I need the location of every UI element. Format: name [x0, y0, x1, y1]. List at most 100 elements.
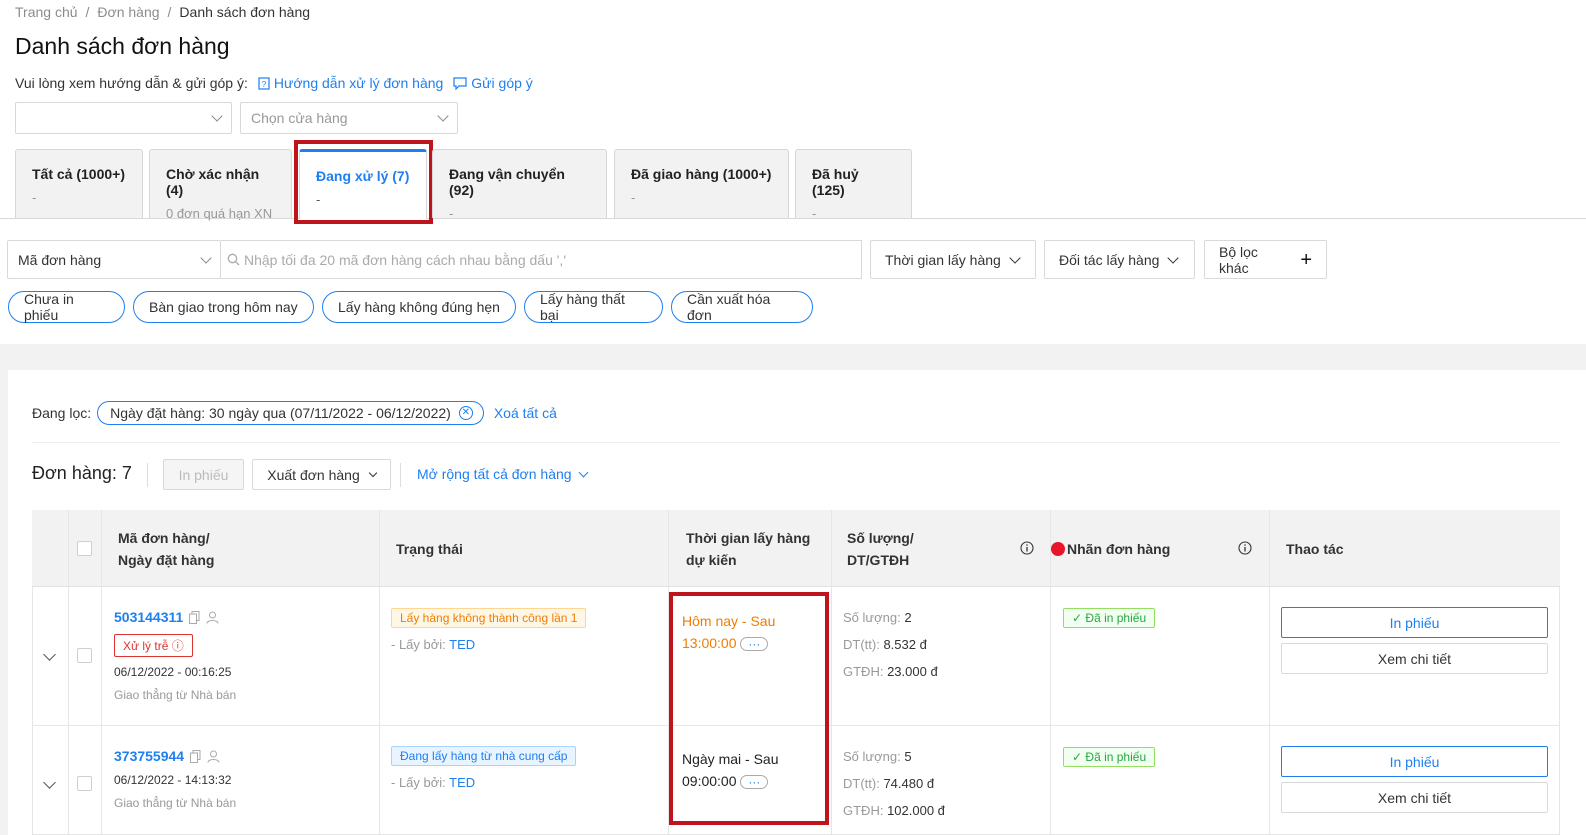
chip-label: Bàn giao trong hôm nay: [149, 299, 298, 315]
column-divider: [68, 510, 69, 835]
copy-icon[interactable]: [189, 610, 200, 624]
col-qty-line2: DT/GTĐH: [847, 551, 910, 568]
guide-text: Vui lòng xem hướng dẫn & gửi góp ý:: [15, 75, 248, 91]
breadcrumb-current: Danh sách đơn hàng: [179, 4, 311, 20]
guide-link[interactable]: ? Hướng dẫn xử lý đơn hàng: [258, 75, 443, 91]
qty-label: Số lượng:: [843, 610, 901, 625]
tab-title: Đang vận chuyển (92): [449, 166, 565, 198]
col-qty-line1: Số lượng/: [847, 529, 914, 546]
order-search-input[interactable]: Nhập tối đa 20 mã đơn hàng cách nhau bằn…: [221, 240, 862, 279]
divider: [400, 463, 401, 487]
table-row-qty-cell: Số lượng: 2 DT(tt): 8.532 đ GTĐH: 23.000…: [843, 604, 938, 685]
breadcrumb-orders[interactable]: Đơn hàng: [97, 4, 159, 20]
feedback-link[interactable]: Gửi góp ý: [453, 75, 533, 91]
ship-method: Giao thẳng từ Nhà bán: [114, 796, 237, 810]
order-count: Đơn hàng: 7: [32, 463, 132, 483]
picked-by-partner[interactable]: TED: [449, 637, 475, 652]
breadcrumb-home[interactable]: Trang chủ: [15, 4, 78, 20]
pickup-time-filter[interactable]: Thời gian lấy hàng: [870, 240, 1036, 279]
feedback-icon: [453, 76, 467, 90]
col-quantity: Số lượng/ DT/GTĐH: [847, 510, 997, 587]
export-orders-button[interactable]: Xuất đơn hàng: [252, 459, 391, 490]
active-filter-tag[interactable]: Ngày đặt hàng: 30 ngày qua (07/11/2022 -…: [97, 401, 484, 425]
pickup-partner-label: Đối tác lấy hàng: [1059, 251, 1160, 268]
table-row-status-cell: Lấy hàng không thành công lần 1 - Lấy bở…: [391, 608, 587, 652]
picked-by-partner[interactable]: TED: [449, 775, 475, 790]
qty-label: Số lượng:: [843, 749, 901, 764]
view-detail-button[interactable]: Xem chi tiết: [1281, 643, 1548, 674]
seller-select[interactable]: [15, 102, 232, 134]
search-placeholder: Nhập tối đa 20 mã đơn hàng cách nhau bằn…: [244, 251, 566, 268]
col-order-label: Nhãn đơn hàng: [1067, 540, 1171, 557]
col-order[interactable]: Mã đơn hàng/ Ngày đặt hàng: [118, 510, 368, 587]
ship-method: Giao thẳng từ Nhà bán: [114, 688, 237, 702]
picked-by-label: - Lấy bởi:: [391, 637, 446, 652]
tab-awaiting-confirmation[interactable]: Chờ xác nhận (4) 0 đơn quá hạn XN: [149, 149, 292, 221]
chip-need-invoice[interactable]: Cần xuất hóa đơn: [671, 291, 813, 323]
tab-delivered[interactable]: Đã giao hàng (1000+) -: [614, 149, 789, 218]
chip-label: Lấy hàng không đúng hẹn: [338, 299, 500, 315]
info-icon[interactable]: [1238, 541, 1252, 555]
more-filters-label: Bộ lọc khác: [1219, 243, 1258, 276]
print-button[interactable]: In phiếu: [163, 459, 244, 490]
order-date: 06/12/2022 - 00:16:25: [114, 665, 232, 679]
table-row-order-cell: 373755944 06/12/2022 - 14:13:32 Giao thẳ…: [114, 748, 236, 810]
active-filter-tag-label: Ngày đặt hàng: 30 ngày qua (07/11/2022 -…: [110, 405, 451, 421]
chevron-down-icon: [368, 468, 377, 477]
warning-icon: ⓘ: [171, 639, 184, 653]
pickup-partner-filter[interactable]: Đối tác lấy hàng: [1044, 240, 1195, 279]
printed-badge: ✓ Đã in phiếu: [1063, 747, 1156, 767]
close-icon[interactable]: ✕: [458, 406, 473, 420]
divider: [147, 463, 148, 487]
column-divider: [379, 510, 380, 835]
print-ticket-button[interactable]: In phiếu: [1281, 607, 1548, 638]
col-time-line1: Thời gian lấy hàng: [686, 529, 811, 546]
tab-sub: -: [32, 190, 37, 205]
status-badge: Đang lấy hàng từ nhà cung cấp: [391, 746, 577, 766]
print-ticket-button[interactable]: In phiếu: [1281, 746, 1548, 777]
tab-all[interactable]: Tất cả (1000+) -: [15, 149, 143, 218]
export-label: Xuất đơn hàng: [267, 466, 360, 483]
copy-icon[interactable]: [190, 749, 201, 763]
info-icon[interactable]: [1020, 541, 1034, 555]
chip-label: Chưa in phiếu: [24, 291, 74, 323]
printed-badge-label: Đã in phiếu: [1085, 750, 1147, 764]
expand-all-link[interactable]: Mở rộng tất cả đơn hàng: [417, 466, 589, 482]
pickup-time-label: Thời gian lấy hàng: [885, 251, 1001, 268]
user-icon[interactable]: [207, 750, 220, 763]
table-row-qty-cell: Số lượng: 5 DT(tt): 74.480 đ GTĐH: 102.0…: [843, 743, 945, 824]
breadcrumb: Trang chủ / Đơn hàng / Danh sách đơn hàng: [15, 4, 311, 20]
column-divider: [831, 510, 832, 835]
check-icon: ✓: [1072, 750, 1083, 764]
more-filters-button[interactable]: Bộ lọc khác +: [1204, 240, 1327, 279]
store-select[interactable]: Chọn cửa hàng: [240, 102, 458, 134]
chip-handover-today[interactable]: Bàn giao trong hôm nay: [133, 291, 314, 323]
clear-all-link[interactable]: Xoá tất cả: [494, 405, 557, 421]
chip-failed-pickup[interactable]: Lấy hàng thất bại: [524, 291, 663, 323]
user-icon[interactable]: [206, 611, 219, 624]
printed-badge-label: Đã in phiếu: [1085, 611, 1147, 625]
select-all-checkbox[interactable]: [77, 541, 92, 556]
chip-late-pickup[interactable]: Lấy hàng không đúng hẹn: [322, 291, 516, 323]
order-id-link[interactable]: 373755944: [114, 748, 184, 764]
expand-all-label: Mở rộng tất cả đơn hàng: [417, 466, 572, 482]
column-divider: [1269, 510, 1270, 835]
tab-cancelled[interactable]: Đã huỷ (125) -: [795, 149, 912, 221]
side-separator: [0, 370, 8, 835]
store-select-placeholder: Chọn cửa hàng: [251, 110, 348, 126]
search-type-select[interactable]: Mã đơn hàng: [7, 240, 221, 279]
col-time-line2: dự kiến: [686, 551, 737, 568]
row-checkbox[interactable]: [77, 776, 92, 791]
tab-shipping[interactable]: Đang vận chuyển (92) -: [432, 149, 607, 221]
view-detail-button[interactable]: Xem chi tiết: [1281, 782, 1548, 813]
row-checkbox[interactable]: [77, 648, 92, 663]
order-id-link[interactable]: 503144311: [114, 609, 183, 625]
gt-label: GTĐH:: [843, 664, 884, 679]
chevron-down-icon: [211, 110, 223, 122]
late-badge: Xử lý trễ ⓘ: [114, 634, 193, 657]
dt-value: 8.532 đ: [883, 637, 927, 652]
chip-not-printed[interactable]: Chưa in phiếu: [8, 291, 125, 323]
chevron-down-icon: [1167, 251, 1180, 264]
status-badge: Lấy hàng không thành công lần 1: [391, 608, 587, 628]
dt-label: DT(tt):: [843, 776, 880, 791]
